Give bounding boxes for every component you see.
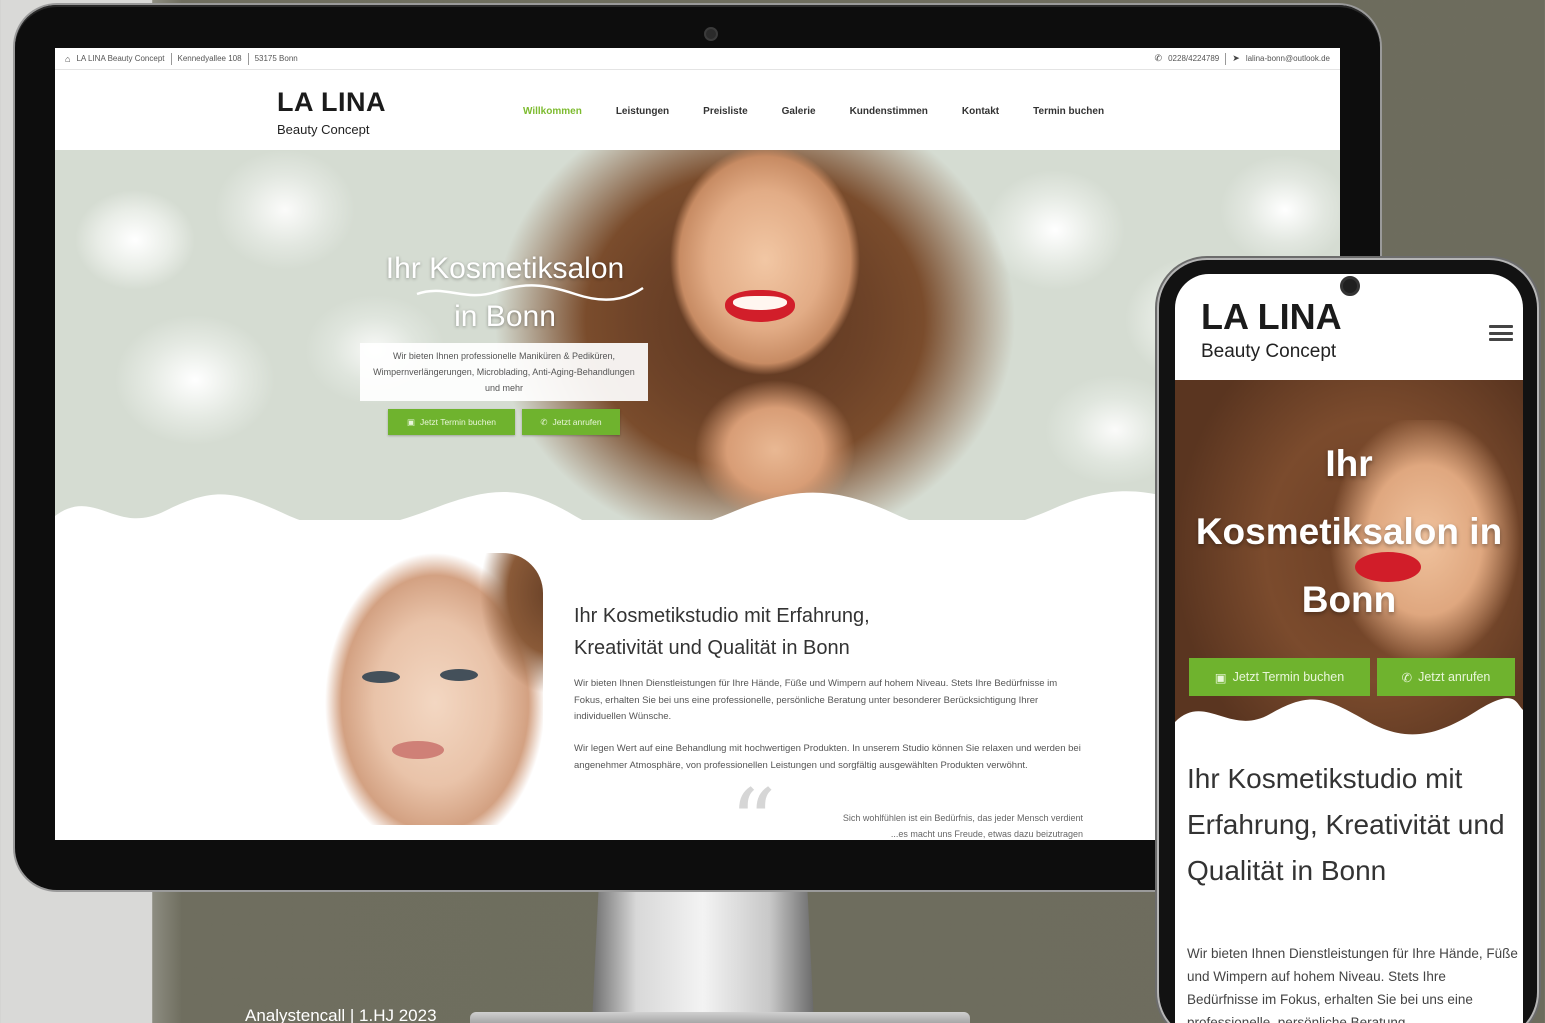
mobile-hero-wave-divider	[1175, 698, 1523, 752]
mobile-screen: LA LINA Beauty Concept Ihr Kosmetiksalon…	[1175, 274, 1523, 1023]
call-now-label: Jetzt anrufen	[552, 417, 602, 427]
mobile-hero-title-line1: Ihr	[1325, 443, 1373, 484]
hero-wave-divider	[55, 491, 1340, 546]
call-now-button[interactable]: ✆ Jetzt anrufen	[522, 409, 620, 435]
logo-sub: Beauty Concept	[277, 122, 370, 137]
logo-main[interactable]: LA LINA	[277, 87, 386, 118]
nav-leistungen[interactable]: Leistungen	[616, 106, 669, 117]
portrait-eye	[362, 671, 400, 683]
topbar-city: 53175 Bonn	[254, 54, 298, 63]
hero-photo-face	[665, 150, 865, 380]
content-heading-line1: Ihr Kosmetikstudio mit Erfahrung,	[574, 605, 870, 627]
monitor-stand-base	[470, 1012, 970, 1023]
quote-line1: Sich wohlfühlen ist ein Bedürfnis, das j…	[842, 813, 1083, 823]
decorative-wave-line	[416, 284, 644, 301]
quote-text: Sich wohlfühlen ist ein Bedürfnis, das j…	[795, 810, 1083, 840]
content-paragraph-2: Wir legen Wert auf eine Behandlung mit h…	[574, 743, 1081, 771]
nav-preisliste[interactable]: Preisliste	[703, 106, 747, 117]
portrait-lips	[392, 741, 444, 759]
content-heading: Ihr Kosmetikstudio mit Erfahrung, Kreati…	[574, 600, 954, 664]
divider	[1225, 52, 1227, 65]
nav-termin-buchen[interactable]: Termin buchen	[1033, 106, 1104, 117]
mobile-book-appointment-label: Jetzt Termin buchen	[1232, 670, 1345, 684]
book-appointment-button[interactable]: ▣ Jetzt Termin buchen	[388, 409, 515, 435]
calendar-icon: ▣	[1214, 670, 1227, 685]
quote-mark-icon: “	[730, 770, 777, 841]
main-nav: Willkommen Leistungen Preisliste Galerie…	[523, 106, 1104, 117]
monitor-camera	[704, 27, 718, 41]
mobile-phone: LA LINA Beauty Concept Ihr Kosmetiksalon…	[1159, 260, 1537, 1023]
divider	[247, 52, 249, 65]
mobile-call-now-button[interactable]: ✆ Jetzt anrufen	[1377, 658, 1515, 696]
nav-kundenstimmen[interactable]: Kundenstimmen	[850, 106, 928, 117]
hamburger-menu-icon[interactable]	[1489, 325, 1513, 341]
book-appointment-label: Jetzt Termin buchen	[420, 417, 496, 427]
mobile-hero-title-line2: Kosmetiksalon in	[1195, 511, 1503, 552]
portrait-eye	[440, 669, 478, 681]
mobile-content-heading: Ihr Kosmetikstudio mit Erfahrung, Kreati…	[1187, 763, 1505, 886]
mobile-hero-title-line3: Bonn	[1301, 579, 1397, 620]
content-paragraph-1: Wir bieten Ihnen Dienstleistungen für Ih…	[574, 678, 1058, 722]
nav-willkommen[interactable]: Willkommen	[523, 106, 582, 117]
mobile-content-paragraph: Wir bieten Ihnen Dienstleistungen für Ih…	[1187, 946, 1518, 1023]
mobile-hero-title: Ihr Kosmetiksalon in Bonn	[1175, 430, 1523, 634]
desktop-screen: ⌂ LA LINA Beauty Concept Kennedyallee 10…	[55, 48, 1340, 840]
hero-description: Wir bieten Ihnen professionelle Maniküre…	[360, 343, 648, 401]
send-icon: ➤	[1232, 53, 1240, 63]
topbar-business-name: LA LINA Beauty Concept	[76, 54, 165, 63]
mobile-logo-main[interactable]: LA LINA	[1201, 296, 1342, 338]
hero-section: Ihr Kosmetiksalon in Bonn Wir bieten Ihn…	[55, 150, 1340, 520]
phone-icon: ✆	[1154, 53, 1163, 63]
topbar-street: Kennedyallee 108	[177, 54, 242, 63]
phone-icon: ✆	[540, 416, 548, 427]
home-icon: ⌂	[65, 53, 71, 64]
quote-line2: ...es macht uns Freude, etwas dazu beizu…	[890, 829, 1083, 839]
site-header: LA LINA Beauty Concept Willkommen Leistu…	[55, 70, 1340, 150]
nav-kontakt[interactable]: Kontakt	[962, 106, 999, 117]
contact-topbar: ⌂ LA LINA Beauty Concept Kennedyallee 10…	[55, 48, 1340, 70]
mobile-book-appointment-button[interactable]: ▣ Jetzt Termin buchen	[1189, 658, 1370, 696]
content-heading-line2: Kreativität und Qualität in Bonn	[574, 637, 850, 659]
mobile-logo-sub: Beauty Concept	[1201, 341, 1337, 362]
mobile-call-now-label: Jetzt anrufen	[1418, 670, 1491, 684]
topbar-email-link[interactable]: lalina-bonn@outlook.de	[1246, 54, 1330, 63]
hero-photo-smile	[733, 296, 787, 310]
phone-camera	[1340, 276, 1360, 296]
phone-icon: ✆	[1401, 670, 1413, 685]
monitor-stand	[592, 888, 814, 1023]
model-portrait-image	[320, 553, 543, 825]
divider	[170, 52, 172, 65]
topbar-phone-link[interactable]: 0228/4224789	[1168, 54, 1219, 63]
nav-galerie[interactable]: Galerie	[782, 106, 816, 117]
slide-caption: Analystencall | 1.HJ 2023	[245, 1006, 437, 1023]
calendar-icon: ▣	[407, 416, 416, 427]
